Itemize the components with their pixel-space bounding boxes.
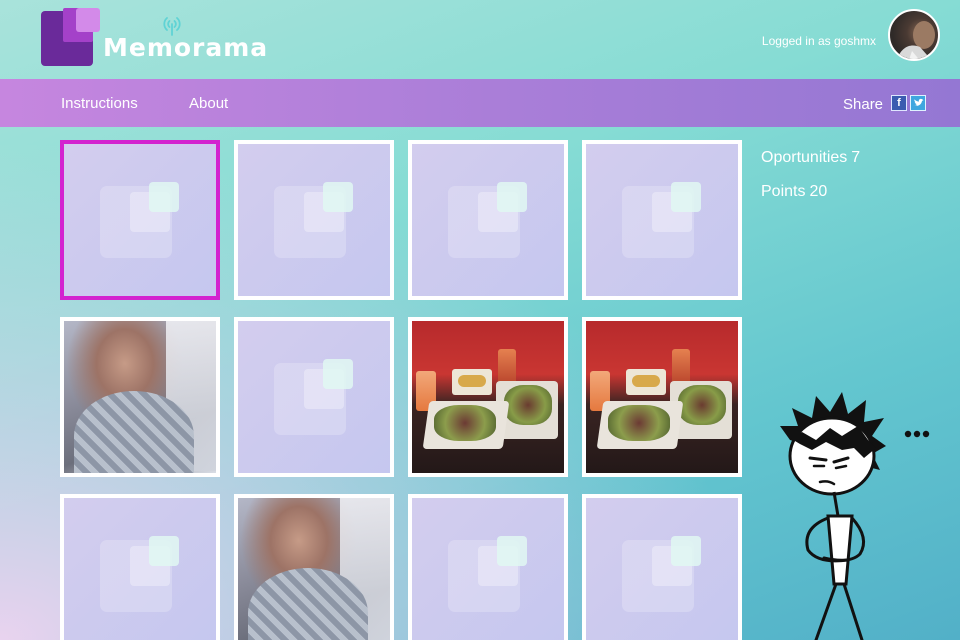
avatar-portrait xyxy=(897,21,935,59)
memory-card-hidden[interactable] xyxy=(408,494,568,640)
nav-instructions[interactable]: Instructions xyxy=(61,95,138,112)
memory-card-hidden[interactable] xyxy=(60,140,220,300)
points-value: 20 xyxy=(809,183,828,200)
memory-card-hidden[interactable] xyxy=(60,494,220,640)
opportunities-stat: Oportunities 7 xyxy=(761,149,860,167)
logo-square-front xyxy=(76,8,100,32)
game-board xyxy=(60,140,750,640)
user-avatar[interactable] xyxy=(888,9,940,61)
facebook-icon[interactable]: f xyxy=(891,95,907,111)
memory-card-hidden[interactable] xyxy=(234,317,394,477)
memorama-logo[interactable]: Memorama xyxy=(40,8,267,68)
twitter-icon[interactable] xyxy=(910,95,926,111)
memory-card-hidden[interactable] xyxy=(582,494,742,640)
share-label: Share xyxy=(843,96,884,113)
login-status: Logged in as goshmx xyxy=(761,34,876,48)
memory-card-selfie-photo[interactable] xyxy=(234,494,394,640)
opportunities-label: Oportunities xyxy=(761,149,848,166)
memory-card-selfie-photo[interactable] xyxy=(60,317,220,477)
thinking-stickman-icon xyxy=(780,392,930,640)
opportunities-value: 7 xyxy=(851,149,861,166)
header: Memorama Logged in as goshmx xyxy=(0,0,960,79)
memory-card-food-photo[interactable] xyxy=(408,317,568,477)
points-label: Points xyxy=(761,183,806,200)
nav-bar: Instructions About Share f xyxy=(0,79,960,127)
points-stat: Points 20 xyxy=(761,183,827,201)
memory-card-hidden[interactable] xyxy=(582,140,742,300)
nav-about[interactable]: About xyxy=(189,95,228,112)
memory-card-hidden[interactable] xyxy=(408,140,568,300)
memory-card-food-photo[interactable] xyxy=(582,317,742,477)
logo-text: Memorama xyxy=(103,33,269,62)
memory-card-hidden[interactable] xyxy=(234,140,394,300)
